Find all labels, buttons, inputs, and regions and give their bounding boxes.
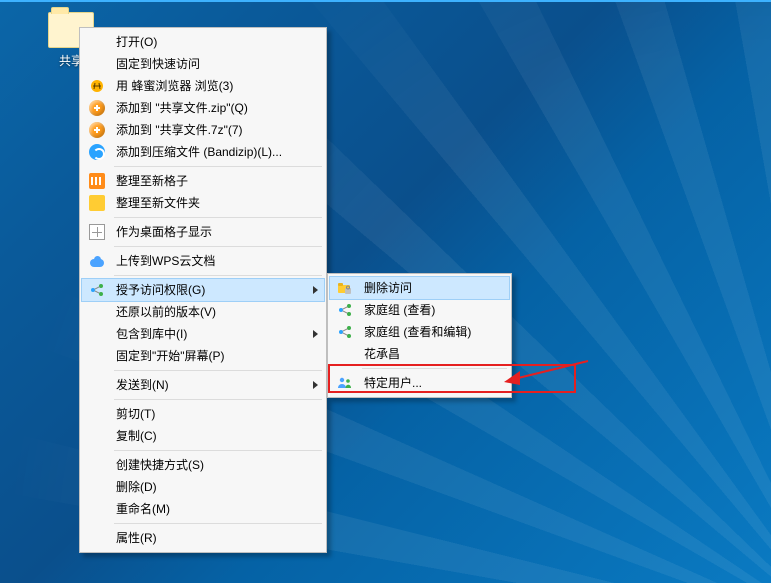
- menu-arrange-folder[interactable]: 整理至新文件夹: [82, 192, 324, 214]
- submenu-user-huachengchang[interactable]: 花承昌: [330, 343, 509, 365]
- bandizip-icon: [89, 144, 105, 160]
- submenu-arrow-icon: [313, 286, 318, 294]
- fence-folder-icon: [89, 195, 105, 211]
- context-menu: 打开(O) 固定到快速访问 用 蜂蜜浏览器 浏览(3) 添加到 "共享文件.zi…: [79, 27, 327, 553]
- menu-pin-quick-access[interactable]: 固定到快速访问: [82, 53, 324, 75]
- submenu-arrow-icon: [313, 381, 318, 389]
- menu-send-to[interactable]: 发送到(N): [82, 374, 324, 396]
- menu-copy[interactable]: 复制(C): [82, 425, 324, 447]
- people-icon: [337, 375, 353, 391]
- share-icon: [89, 282, 105, 298]
- bandizip-add-icon: [89, 100, 105, 116]
- menu-properties[interactable]: 属性(R): [82, 527, 324, 549]
- annotation-arrow: [500, 357, 590, 389]
- cloud-upload-icon: [89, 253, 105, 269]
- share-icon: [337, 302, 353, 318]
- submenu-homegroup-view[interactable]: 家庭组 (查看): [330, 299, 509, 321]
- submenu-homegroup-edit[interactable]: 家庭组 (查看和编辑): [330, 321, 509, 343]
- locked-folder-icon: [337, 280, 353, 296]
- submenu-specific-users[interactable]: 特定用户...: [330, 372, 509, 394]
- menu-open[interactable]: 打开(O): [82, 31, 324, 53]
- menu-pin-start[interactable]: 固定到"开始"屏幕(P): [82, 345, 324, 367]
- menu-delete[interactable]: 删除(D): [82, 476, 324, 498]
- menu-hfb-browse[interactable]: 用 蜂蜜浏览器 浏览(3): [82, 75, 324, 97]
- submenu-remove-access[interactable]: 删除访问: [330, 277, 509, 299]
- menu-restore-previous[interactable]: 还原以前的版本(V): [82, 301, 324, 323]
- bandizip-add-icon: [89, 122, 105, 138]
- share-icon: [337, 324, 353, 340]
- menu-add-to-archive[interactable]: 添加到压缩文件 (Bandizip)(L)...: [82, 141, 324, 163]
- menu-add-to-7z[interactable]: 添加到 "共享文件.7z"(7): [82, 119, 324, 141]
- menu-show-as-grid[interactable]: 作为桌面格子显示: [82, 221, 324, 243]
- menu-upload-wps[interactable]: 上传到WPS云文档: [82, 250, 324, 272]
- grid-icon: [89, 224, 105, 240]
- fence-grid-icon: [89, 173, 105, 189]
- submenu-arrow-icon: [313, 330, 318, 338]
- give-access-submenu: 删除访问 家庭组 (查看) 家庭组 (查看和编辑) 花承昌 特定用户...: [327, 273, 512, 398]
- menu-arrange-grid[interactable]: 整理至新格子: [82, 170, 324, 192]
- menu-rename[interactable]: 重命名(M): [82, 498, 324, 520]
- bee-icon: [89, 78, 105, 94]
- menu-give-access[interactable]: 授予访问权限(G): [82, 279, 324, 301]
- menu-create-shortcut[interactable]: 创建快捷方式(S): [82, 454, 324, 476]
- menu-include-library[interactable]: 包含到库中(I): [82, 323, 324, 345]
- menu-add-to-zip[interactable]: 添加到 "共享文件.zip"(Q): [82, 97, 324, 119]
- menu-cut[interactable]: 剪切(T): [82, 403, 324, 425]
